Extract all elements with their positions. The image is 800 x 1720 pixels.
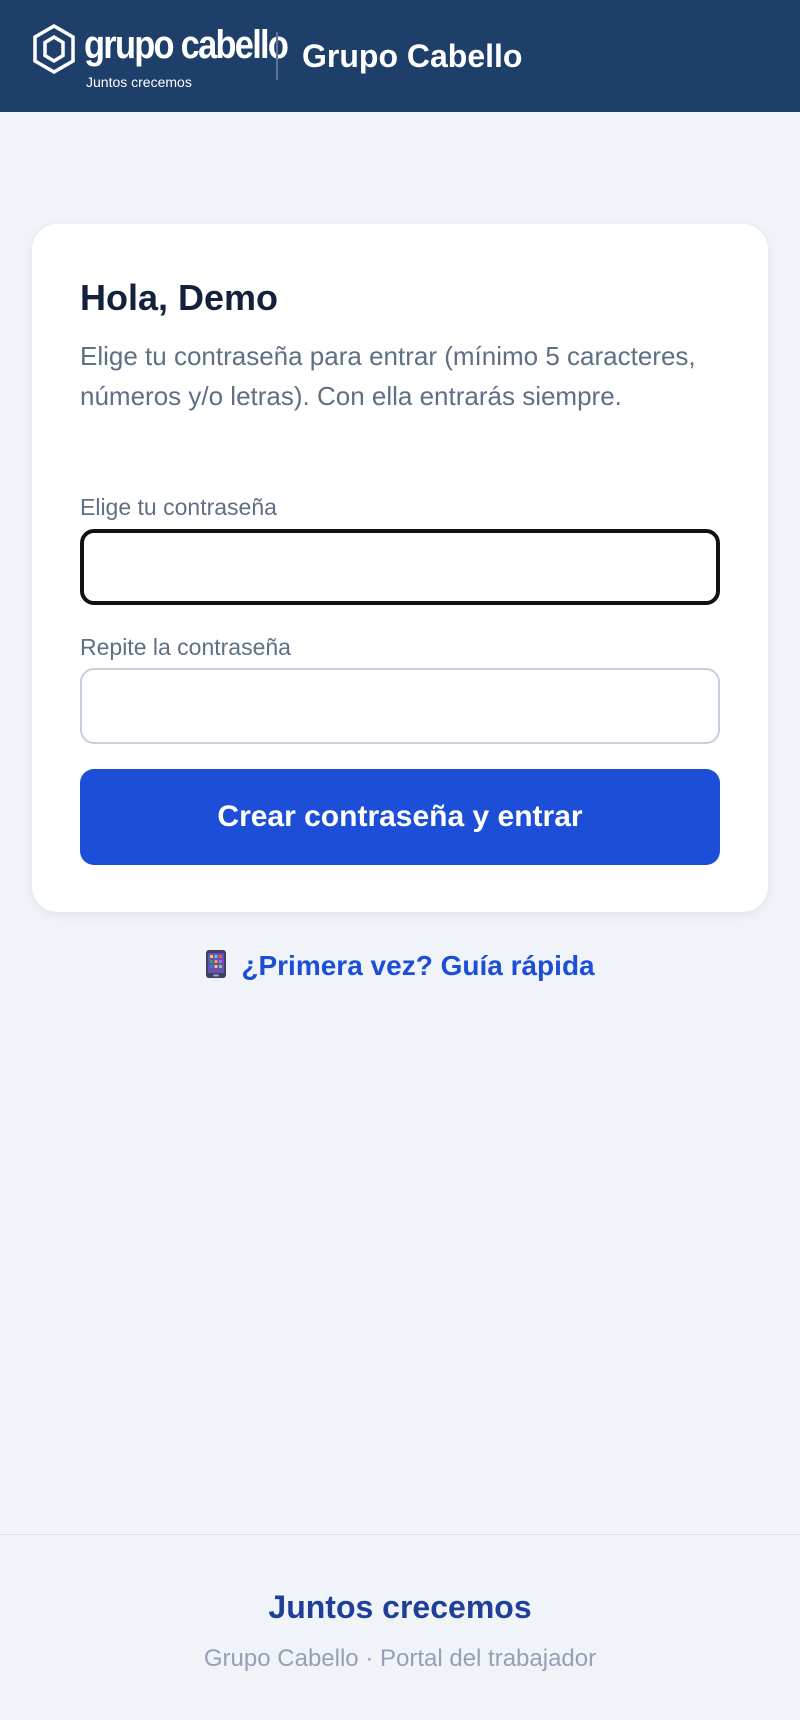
hexagon-logo-icon <box>33 24 75 74</box>
password-input[interactable] <box>80 529 720 605</box>
password-label: Elige tu contraseña <box>80 494 277 520</box>
login-card: Hola, Demo Elige tu contraseña para entr… <box>32 224 768 912</box>
greeting-heading: Hola, Demo <box>80 277 279 318</box>
logo-wordmark: grupo cabello <box>84 23 289 67</box>
quick-guide-link[interactable]: ¿Primera vez? Guía rápida <box>0 946 800 986</box>
footer-slogan: Juntos crecemos <box>268 1589 532 1625</box>
confirm-password-label: Repite la contraseña <box>80 634 291 660</box>
header-title: Grupo Cabello <box>302 38 523 74</box>
header-divider <box>276 32 278 80</box>
quick-guide-label: ¿Primera vez? Guía rápida <box>241 950 595 981</box>
create-password-button[interactable]: Crear contraseña y entrar <box>80 769 720 865</box>
top-header: grupo cabello Juntos crecemos Grupo Cabe… <box>0 0 800 112</box>
grupo-cabello-logo[interactable]: grupo cabello Juntos crecemos <box>32 22 289 92</box>
intro-text: Elige tu contraseña para entrar (mínimo … <box>80 341 696 411</box>
mobile-phone-icon <box>206 950 227 978</box>
page-footer: Juntos crecemos Grupo Cabello · Portal d… <box>0 1534 800 1720</box>
confirm-password-input[interactable] <box>80 668 720 744</box>
logo-tagline: Juntos crecemos <box>86 74 192 90</box>
footer-subtitle: Grupo Cabello · Portal del trabajador <box>203 1645 597 1672</box>
